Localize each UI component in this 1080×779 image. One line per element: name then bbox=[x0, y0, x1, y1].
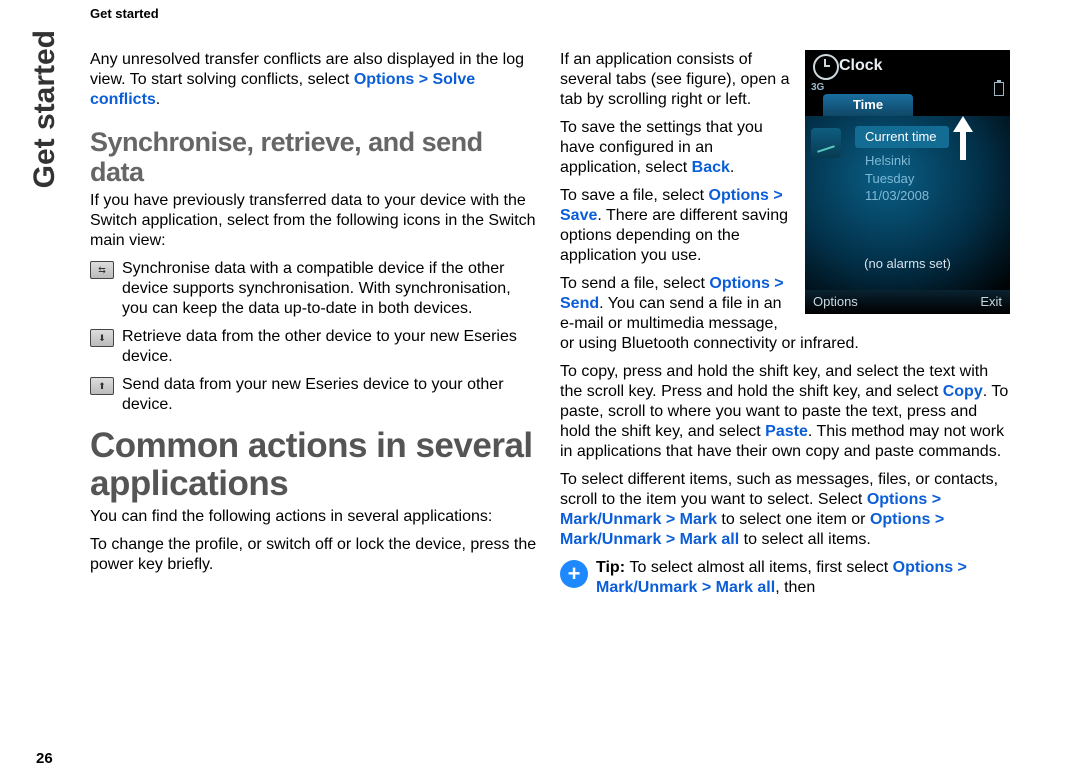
page-number: 26 bbox=[36, 750, 53, 767]
softkey-options: Options bbox=[813, 294, 858, 310]
right-column: Clock 3G Time Current time Helsinki Tues… bbox=[560, 50, 1010, 598]
sync-icon: ⇆ bbox=[90, 261, 114, 279]
common-actions-heading: Common actions in several applications bbox=[90, 427, 540, 503]
sync-heading: Synchronise, retrieve, and send data bbox=[90, 128, 540, 187]
tip-icon: + bbox=[560, 560, 588, 588]
tip-block: + Tip: To select almost all items, first… bbox=[560, 558, 1010, 598]
no-alarms-label: (no alarms set) bbox=[805, 256, 1010, 272]
sync-intro: If you have previously transferred data … bbox=[90, 191, 540, 251]
left-column: Any unresolved transfer conflicts are al… bbox=[90, 50, 540, 598]
copy-paste-paragraph: To copy, press and hold the shift key, a… bbox=[560, 362, 1010, 462]
current-time-pill: Current time bbox=[855, 126, 949, 148]
tip-label: Tip: bbox=[596, 559, 629, 576]
copy-command: Copy bbox=[943, 383, 983, 400]
clock-icon bbox=[813, 54, 839, 80]
switch-icon-retrieve: ⬇ Retrieve data from the other device to… bbox=[90, 327, 540, 367]
softkey-exit: Exit bbox=[980, 294, 1002, 310]
up-arrow-icon bbox=[953, 116, 973, 132]
send-icon: ⬆ bbox=[90, 377, 114, 395]
paste-command: Paste bbox=[765, 423, 808, 440]
back-command: Back bbox=[692, 159, 730, 176]
select-items-paragraph: To select different items, such as messa… bbox=[560, 470, 1010, 550]
conflicts-paragraph: Any unresolved transfer conflicts are al… bbox=[90, 50, 540, 110]
phone-screenshot: Clock 3G Time Current time Helsinki Tues… bbox=[805, 50, 1010, 314]
switch-icon-sync: ⇆ Synchronise data with a compatible dev… bbox=[90, 259, 540, 319]
common-actions-intro: You can find the following actions in se… bbox=[90, 507, 540, 527]
switch-icon-send: ⬆ Send data from your new Eseries device… bbox=[90, 375, 540, 415]
running-head: Get started bbox=[90, 6, 159, 21]
retrieve-icon: ⬇ bbox=[90, 329, 114, 347]
battery-icon bbox=[994, 82, 1004, 96]
side-tab-label: Get started bbox=[28, 30, 62, 188]
network-indicator: 3G bbox=[811, 82, 824, 96]
power-key-paragraph: To change the profile, or switch off or … bbox=[90, 535, 540, 575]
phone-app-title: Clock bbox=[839, 56, 883, 76]
manual-page: Get started Get started 26 Any unresolve… bbox=[0, 0, 1080, 779]
phone-info-block: Helsinki Tuesday 11/03/2008 bbox=[865, 152, 929, 205]
phone-tab-time: Time bbox=[823, 94, 913, 116]
phone-secondary-tab bbox=[811, 128, 841, 158]
